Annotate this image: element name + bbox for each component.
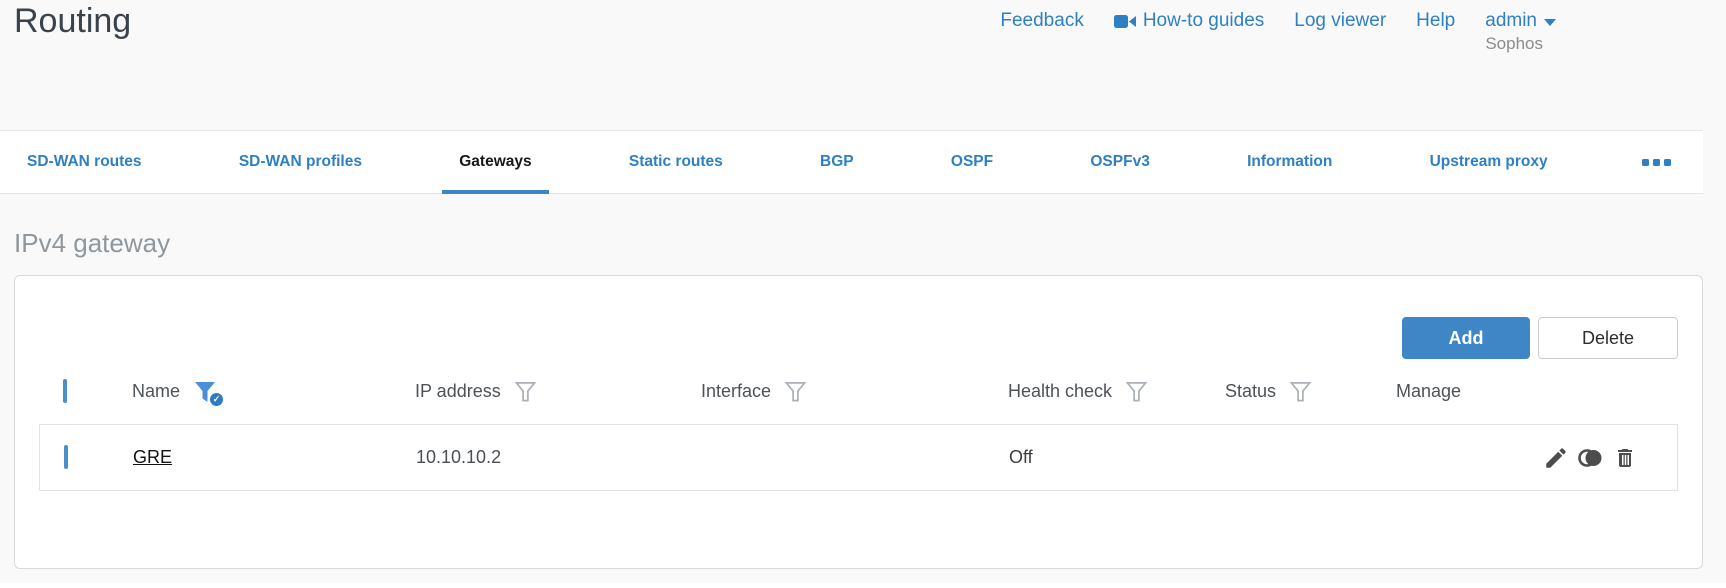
tab-sdwan-routes[interactable]: SD-WAN routes [2,131,167,193]
tab-bar: SD-WAN routes SD-WAN profiles Gateways S… [0,130,1703,194]
tab-information[interactable]: Information [1222,131,1357,193]
page-title: Routing [14,2,132,40]
gateway-name-link[interactable]: GRE [133,447,172,467]
column-header-name: Name [132,381,181,401]
table-header: Name ✓ IP address Interface Health check… [39,359,1678,424]
more-tabs-ellipsis-icon[interactable] [1620,131,1693,193]
help-link[interactable]: Help [1416,10,1455,32]
help-label: Help [1416,10,1456,31]
filter-icon[interactable] [514,381,537,403]
filter-icon[interactable] [1289,381,1312,403]
tab-gateways[interactable]: Gateways [434,131,556,194]
tenant-name: Sophos [1485,34,1543,53]
feedback-label: Feedback [1000,10,1084,31]
howto-guides-link[interactable]: How-to guides [1113,10,1265,32]
filter-icon[interactable] [1125,381,1148,403]
filter-check-icon: ✓ [210,392,224,406]
health-check-value: Off [1009,447,1033,467]
tab-sdwan-profiles[interactable]: SD-WAN profiles [214,131,387,193]
filter-icon[interactable] [784,381,807,403]
column-header-ip-address: IP address [415,381,501,401]
video-camera-icon [1113,14,1136,29]
table-body: GRE 10.10.10.2 Off [39,424,1678,491]
gateway-panel: Add Delete Name ✓ IP address Interface H… [14,275,1703,569]
bottom-strip [0,583,1726,588]
row-checkbox[interactable] [64,445,68,469]
column-header-manage: Manage [1396,381,1462,401]
delete-icon[interactable] [1613,445,1637,471]
column-header-health-check: Health check [1008,381,1113,401]
caret-down-icon [1544,18,1556,26]
admin-menu[interactable]: admin [1485,10,1556,32]
filter-active-icon[interactable]: ✓ [193,381,224,406]
tab-upstream-proxy[interactable]: Upstream proxy [1405,131,1573,193]
manage-actions [1397,445,1677,471]
ip-address-value: 10.10.10.2 [416,447,502,467]
delete-button[interactable]: Delete [1538,317,1678,359]
log-viewer-link[interactable]: Log viewer [1294,10,1386,32]
tab-static-routes[interactable]: Static routes [604,131,748,193]
log-viewer-label: Log viewer [1294,10,1387,31]
column-header-interface: Interface [701,381,772,401]
add-button[interactable]: Add [1402,317,1530,359]
tab-ospf[interactable]: OSPF [926,131,1018,193]
header-links: Feedback How-to guides Log viewer Help a… [1000,10,1556,32]
tab-bgp[interactable]: BGP [795,131,879,193]
howto-guides-label: How-to guides [1142,10,1265,31]
column-header-status: Status [1225,381,1277,401]
tab-ospfv3[interactable]: OSPFv3 [1065,131,1174,193]
clone-icon[interactable] [1577,445,1605,471]
feedback-link[interactable]: Feedback [1000,10,1083,32]
admin-label: admin [1485,10,1537,31]
edit-icon[interactable] [1543,445,1569,471]
section-title: IPv4 gateway [14,228,171,258]
table-row: GRE 10.10.10.2 Off [40,425,1677,490]
routing-page: Routing Feedback How-to guides Log viewe… [0,0,1726,588]
toolbar: Add Delete [39,317,1678,359]
select-all-checkbox[interactable] [63,379,67,403]
